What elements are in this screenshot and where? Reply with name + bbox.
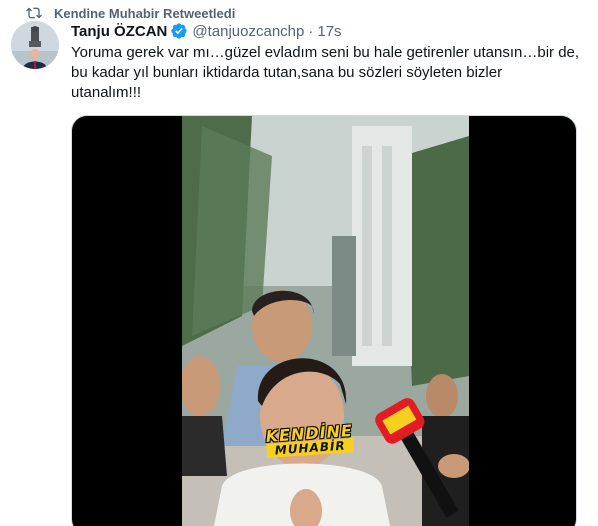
tweet-text-line: Yoruma gerek var mı…güzel evladım seni b…: [71, 44, 580, 61]
video-still-image: [182, 116, 469, 526]
user-handle[interactable]: @tanjuozcanchp: [192, 23, 304, 40]
tweet-header: Tanju ÖZCAN @tanjuozcanchp · 17s: [71, 20, 342, 42]
video-watermark: KENDİNE MUHABİR: [265, 421, 355, 459]
tweet-text: Yoruma gerek var mı…güzel evladım seni b…: [71, 43, 586, 103]
retweet-icon: [26, 7, 42, 19]
tweet-text-line: bu kadar yıl bunları iktidarda tutan,san…: [71, 64, 503, 81]
separator-dot: ·: [308, 22, 314, 40]
video-frame[interactable]: KENDİNE MUHABİR: [182, 116, 469, 526]
video-player[interactable]: KENDİNE MUHABİR: [71, 115, 577, 526]
verified-badge-icon: [171, 23, 188, 39]
tweet-text-line: utanalım!!!: [71, 84, 142, 101]
avatar[interactable]: [11, 21, 59, 69]
timestamp[interactable]: 17s: [317, 23, 341, 40]
display-name[interactable]: Tanju ÖZCAN: [71, 23, 167, 40]
retweet-label[interactable]: Kendine Muhabir Retweetledi: [54, 6, 235, 21]
